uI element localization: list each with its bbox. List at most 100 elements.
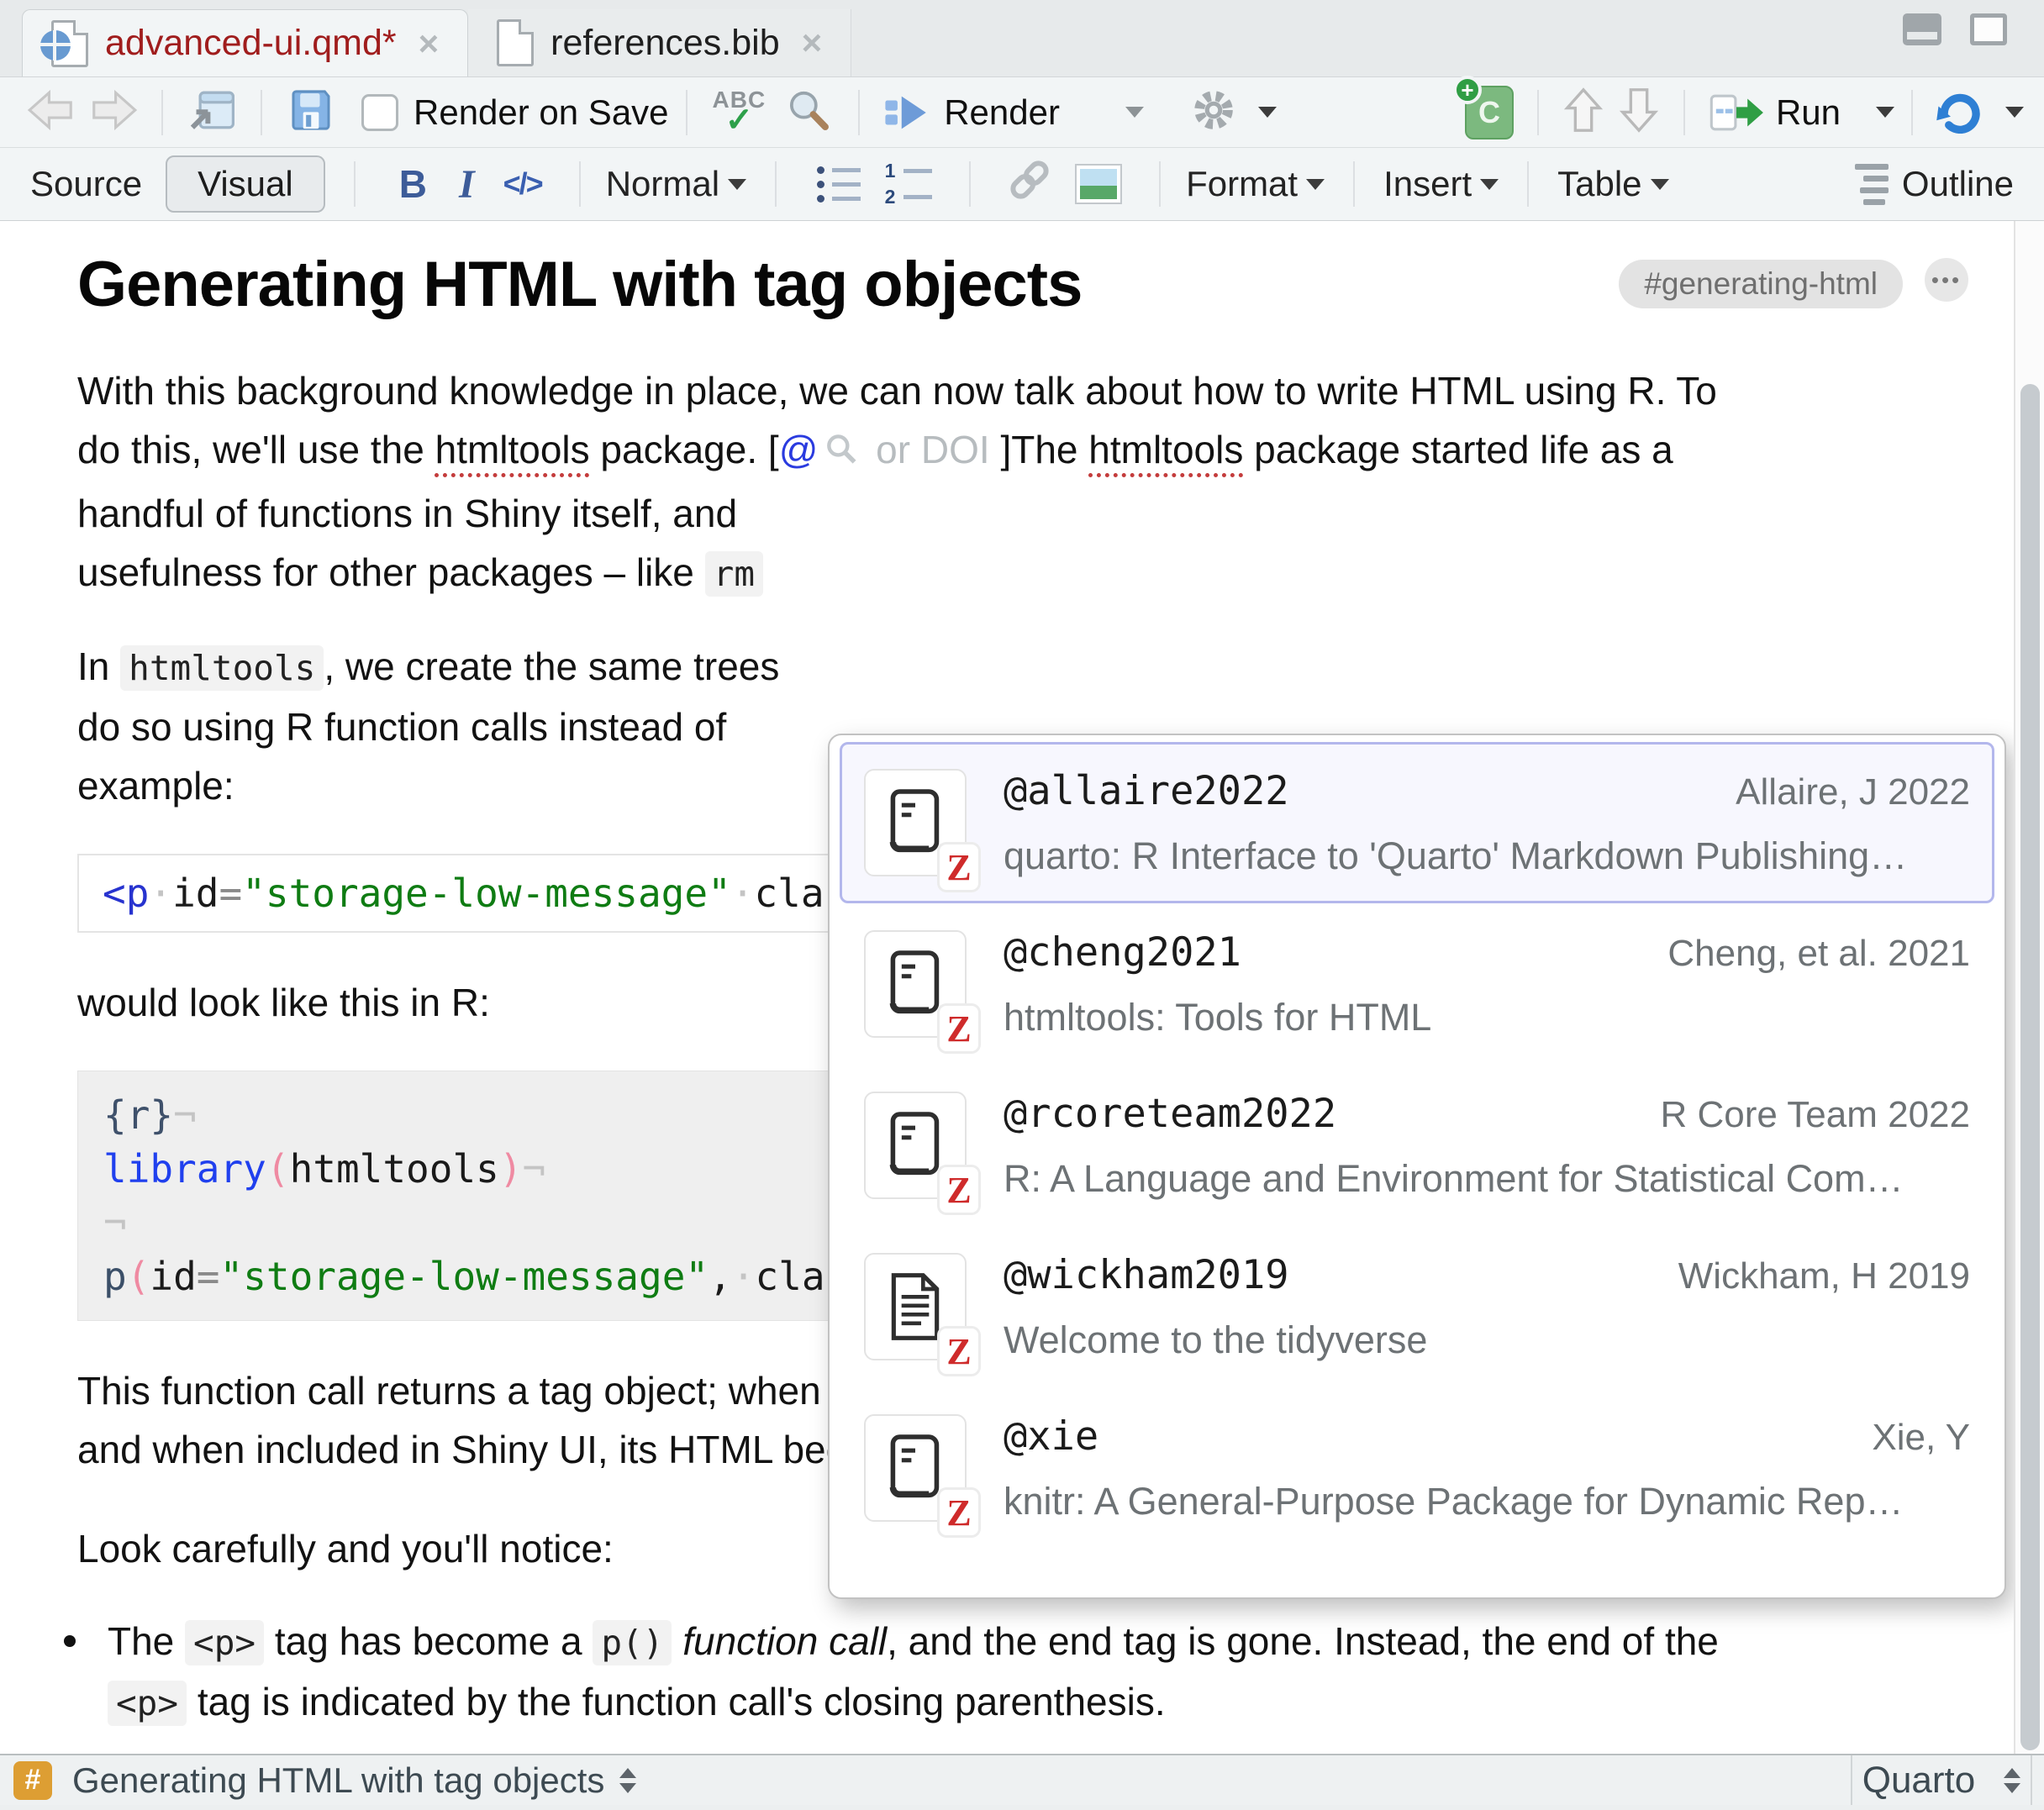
format-menu[interactable]: Format (1186, 164, 1298, 204)
forward-button[interactable] (87, 88, 140, 136)
tab-references-bib[interactable]: references.bib × (468, 9, 851, 76)
rerun-button[interactable] (1935, 87, 1983, 138)
link-icon (1006, 156, 1053, 203)
citation-key: @allaire2022 (1004, 768, 1289, 814)
citation-author: Cheng, et al. 2021 (1667, 933, 1970, 975)
close-icon[interactable]: × (419, 24, 440, 64)
minimize-icon[interactable] (1903, 13, 1941, 45)
list-item: The <p> tag has become a p() function ca… (77, 1612, 1968, 1733)
window-buttons (1903, 13, 2007, 45)
paragraph-style-dropdown[interactable]: Normal (606, 164, 719, 204)
heading-options-button[interactable]: ••• (1925, 258, 1968, 302)
back-arrow-icon (25, 88, 77, 132)
citation-item[interactable]: Z @cheng2021Cheng, et al. 2021 htmltools… (840, 903, 1994, 1065)
insert-menu[interactable]: Insert (1383, 164, 1472, 204)
editor-canvas[interactable]: Generating HTML with tag objects #genera… (0, 221, 2044, 1754)
quarto-logo-icon (40, 30, 71, 61)
code-button[interactable]: </> (503, 166, 542, 202)
main-toolbar: Render on Save ABC ✓ Render C + (0, 77, 2044, 148)
citation-item[interactable]: Z @wickham2019Wickham, H 2019 Welcome to… (840, 1226, 1994, 1387)
render-label: Render (944, 92, 1060, 133)
misspelled-word: htmltools (435, 428, 590, 471)
maximize-icon[interactable] (1970, 13, 2007, 45)
rerun-caret-icon[interactable] (2005, 107, 2024, 118)
citation-text: @allaire2022 Allaire, J 2022 quarto: R In… (1004, 768, 1970, 878)
rerun-icon (1935, 87, 1983, 134)
insert-chunk-button[interactable]: C + (1465, 86, 1514, 139)
format-caret-icon[interactable] (1306, 179, 1325, 190)
citation-item[interactable]: Z @allaire2022Allaire, J 2022 quarto: R … (840, 742, 1994, 903)
text-line: <p> tag is indicated by the function cal… (108, 1672, 1968, 1733)
bold-button[interactable]: B (399, 161, 427, 207)
toolbar-separator (1527, 161, 1529, 207)
toolbar-separator (969, 161, 971, 207)
tab-advanced-ui-qmd[interactable]: advanced-ui.qmd* × (22, 9, 468, 76)
save-button[interactable] (287, 87, 335, 138)
go-to-previous-section-button[interactable] (1562, 86, 1604, 139)
number-two-icon: 2 (884, 187, 896, 207)
citation-title: Welcome to the tidyverse (1004, 1318, 1970, 1362)
open-in-new-window-button[interactable] (187, 87, 237, 138)
render-on-save-checkbox[interactable] (361, 94, 398, 131)
citation-item[interactable]: Z @xie Xie, Y knitr: A General-Purpose Pa… (840, 1387, 1994, 1549)
citation-author: Wickham, H 2019 (1678, 1255, 1970, 1297)
scrollbar-thumb[interactable] (2020, 384, 2040, 1750)
numbered-list-button[interactable]: 1 2 (884, 161, 932, 207)
insert-caret-icon[interactable] (1480, 179, 1499, 190)
heading-row: Generating HTML with tag objects #genera… (77, 246, 1968, 323)
citation-author: Xie, Y (1872, 1417, 1970, 1459)
book-icon (884, 787, 946, 859)
citation-title: knitr: A General-Purpose Package for Dyn… (1004, 1480, 1970, 1523)
citation-title: quarto: R Interface to 'Quarto' Markdown… (1004, 834, 1970, 878)
find-replace-button[interactable] (784, 87, 831, 138)
bullet-dot-icon (817, 195, 824, 203)
settings-button[interactable] (1191, 87, 1236, 137)
table-menu[interactable]: Table (1557, 164, 1641, 204)
close-icon[interactable]: × (802, 23, 823, 63)
citation-key: @xie (1004, 1413, 1098, 1460)
up-arrow-icon (1562, 86, 1604, 134)
run-icon (1709, 89, 1764, 136)
insert-image-button[interactable] (1075, 164, 1122, 204)
book-icon (884, 948, 946, 1020)
inline-code: rm (705, 551, 763, 597)
reference-icon-box: Z (864, 1092, 967, 1199)
zotero-badge-icon: Z (940, 1167, 978, 1213)
citation-item[interactable]: Z @rcoreteam2022R Core Team 2022 R: A La… (840, 1065, 1994, 1226)
source-mode-button[interactable]: Source (30, 164, 142, 204)
text-line: usefulness for other packages – like rm (77, 543, 1968, 603)
table-caret-icon[interactable] (1651, 179, 1669, 190)
tab-label: references.bib (551, 23, 780, 64)
inline-code: <p> (108, 1681, 187, 1726)
gear-icon (1191, 87, 1236, 133)
citation-key: @wickham2019 (1004, 1252, 1289, 1298)
section-navigator[interactable]: Generating HTML with tag objects (72, 1760, 604, 1801)
reference-icon-box: Z (864, 1414, 967, 1522)
document-format-selector[interactable]: Quarto (1851, 1755, 2032, 1805)
citation-key: @cheng2021 (1004, 929, 1241, 976)
book-icon (884, 1109, 946, 1181)
citation-title: htmltools: Tools for HTML (1004, 996, 1970, 1039)
citation-author: R Core Team 2022 (1661, 1094, 1971, 1136)
render-button[interactable]: Render (877, 91, 1067, 134)
section-selector-arrows-icon[interactable] (619, 1768, 636, 1793)
back-button[interactable] (25, 88, 77, 136)
insert-link-button[interactable] (1006, 156, 1053, 212)
render-options-caret-icon[interactable] (1125, 107, 1144, 118)
go-to-next-section-button[interactable] (1618, 86, 1660, 139)
run-options-caret-icon[interactable] (1876, 107, 1894, 118)
visual-mode-button[interactable]: Visual (166, 155, 325, 213)
text-line: With this background knowledge in place,… (77, 361, 1968, 420)
outline-toggle-button[interactable]: Outline (1902, 164, 2014, 204)
text-line: The <p> tag has become a p() function ca… (108, 1612, 1968, 1672)
italic-button[interactable]: I (459, 161, 475, 208)
run-button[interactable]: Run (1702, 89, 1847, 136)
section-anchor-badge: #generating-html (1619, 260, 1903, 308)
vertical-scrollbar[interactable] (2014, 221, 2044, 1754)
spellcheck-button[interactable]: ABC ✓ (713, 88, 766, 137)
status-bar: # Generating HTML with tag objects Quart… (0, 1754, 2044, 1805)
citation-author: Allaire, J 2022 (1736, 771, 1970, 813)
bullet-list-button[interactable] (817, 166, 861, 203)
settings-caret-icon[interactable] (1258, 107, 1277, 118)
style-caret-icon[interactable] (728, 179, 746, 190)
